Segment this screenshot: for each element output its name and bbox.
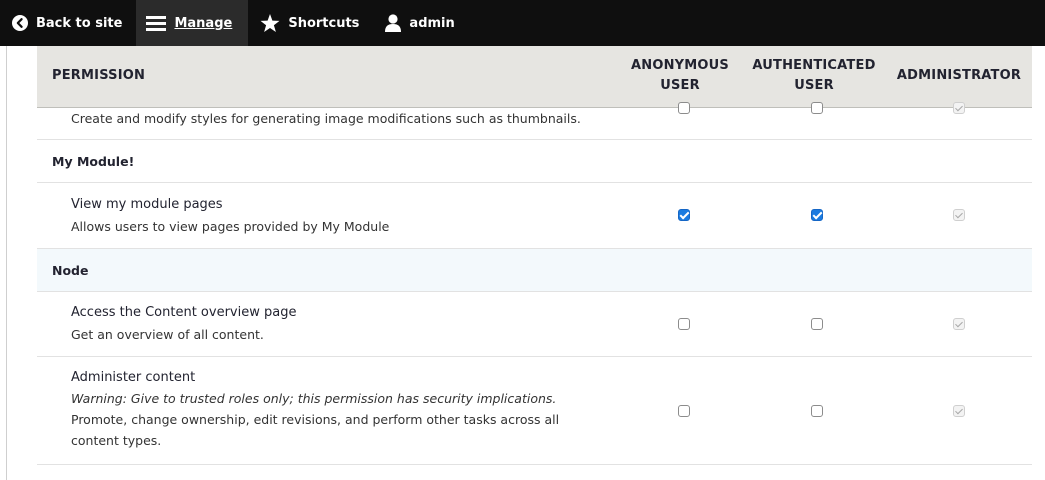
authenticated-checkbox[interactable] bbox=[811, 102, 823, 114]
table-row: Access the Content overview page Get an … bbox=[37, 292, 1032, 357]
module-title: My Module! bbox=[52, 154, 135, 169]
administrator-checkbox bbox=[953, 405, 965, 417]
back-to-site-link[interactable]: Back to site bbox=[0, 0, 136, 46]
table-row: View my module pages Allows users to vie… bbox=[37, 183, 1032, 249]
column-header-anonymous-line2: USER bbox=[660, 78, 700, 93]
shortcuts-tab[interactable]: Shortcuts bbox=[248, 0, 373, 46]
authenticated-checkbox[interactable] bbox=[811, 209, 823, 221]
star-icon bbox=[260, 13, 280, 32]
shortcuts-label: Shortcuts bbox=[288, 15, 360, 31]
anonymous-checkbox[interactable] bbox=[678, 318, 690, 330]
user-icon bbox=[385, 14, 402, 32]
column-header-authenticated-line2: USER bbox=[794, 78, 834, 93]
permission-title: Administer content bbox=[71, 370, 196, 385]
permission-description: Get an overview of all content. bbox=[71, 327, 264, 342]
admin-toolbar: Back to site Manage Shortcuts admin bbox=[0, 0, 1045, 46]
user-tab[interactable]: admin bbox=[373, 0, 468, 46]
administrator-checkbox bbox=[953, 209, 965, 221]
permissions-table-body: Create and modify styles for generating … bbox=[37, 102, 1032, 465]
authenticated-checkbox[interactable] bbox=[811, 405, 823, 417]
permission-description: Promote, change ownership, edit revision… bbox=[71, 412, 560, 427]
back-arrow-icon bbox=[12, 15, 28, 31]
table-header: PERMISSION ANONYMOUS USER AUTHENTICATED … bbox=[37, 46, 1032, 108]
permission-description: Create and modify styles for generating … bbox=[71, 111, 581, 126]
module-row: My Module! bbox=[37, 140, 1032, 183]
permission-description: Allows users to view pages provided by M… bbox=[71, 219, 390, 234]
user-label: admin bbox=[409, 15, 455, 31]
column-header-anonymous-line1: ANONYMOUS bbox=[631, 58, 729, 73]
column-header-authenticated-line1: AUTHENTICATED bbox=[752, 58, 876, 73]
administrator-checkbox bbox=[953, 318, 965, 330]
permission-description: content types. bbox=[71, 433, 162, 448]
module-title: Node bbox=[52, 263, 89, 278]
anonymous-checkbox[interactable] bbox=[678, 209, 690, 221]
column-header-authenticated: AUTHENTICATED USER bbox=[743, 56, 885, 96]
permission-title: Access the Content overview page bbox=[71, 305, 297, 320]
permissions-frame: PERMISSION ANONYMOUS USER AUTHENTICATED … bbox=[6, 46, 1045, 480]
hamburger-menu-icon bbox=[146, 16, 167, 31]
module-row: Node bbox=[37, 249, 1032, 292]
back-to-site-label: Back to site bbox=[36, 15, 123, 31]
administrator-checkbox bbox=[953, 102, 965, 114]
permission-warning: Warning: Give to trusted roles only; thi… bbox=[71, 391, 557, 406]
column-header-administrator: ADMINISTRATOR bbox=[896, 68, 1022, 83]
manage-label: Manage bbox=[174, 15, 233, 31]
authenticated-checkbox[interactable] bbox=[811, 318, 823, 330]
manage-tab[interactable]: Manage bbox=[136, 0, 249, 46]
anonymous-checkbox[interactable] bbox=[678, 102, 690, 114]
table-row: Administer content Warning: Give to trus… bbox=[37, 357, 1032, 465]
anonymous-checkbox[interactable] bbox=[678, 405, 690, 417]
column-header-anonymous: ANONYMOUS USER bbox=[625, 56, 735, 96]
column-header-permission: PERMISSION bbox=[52, 68, 146, 83]
permission-title: View my module pages bbox=[71, 197, 223, 212]
table-row: Create and modify styles for generating … bbox=[37, 102, 1032, 140]
